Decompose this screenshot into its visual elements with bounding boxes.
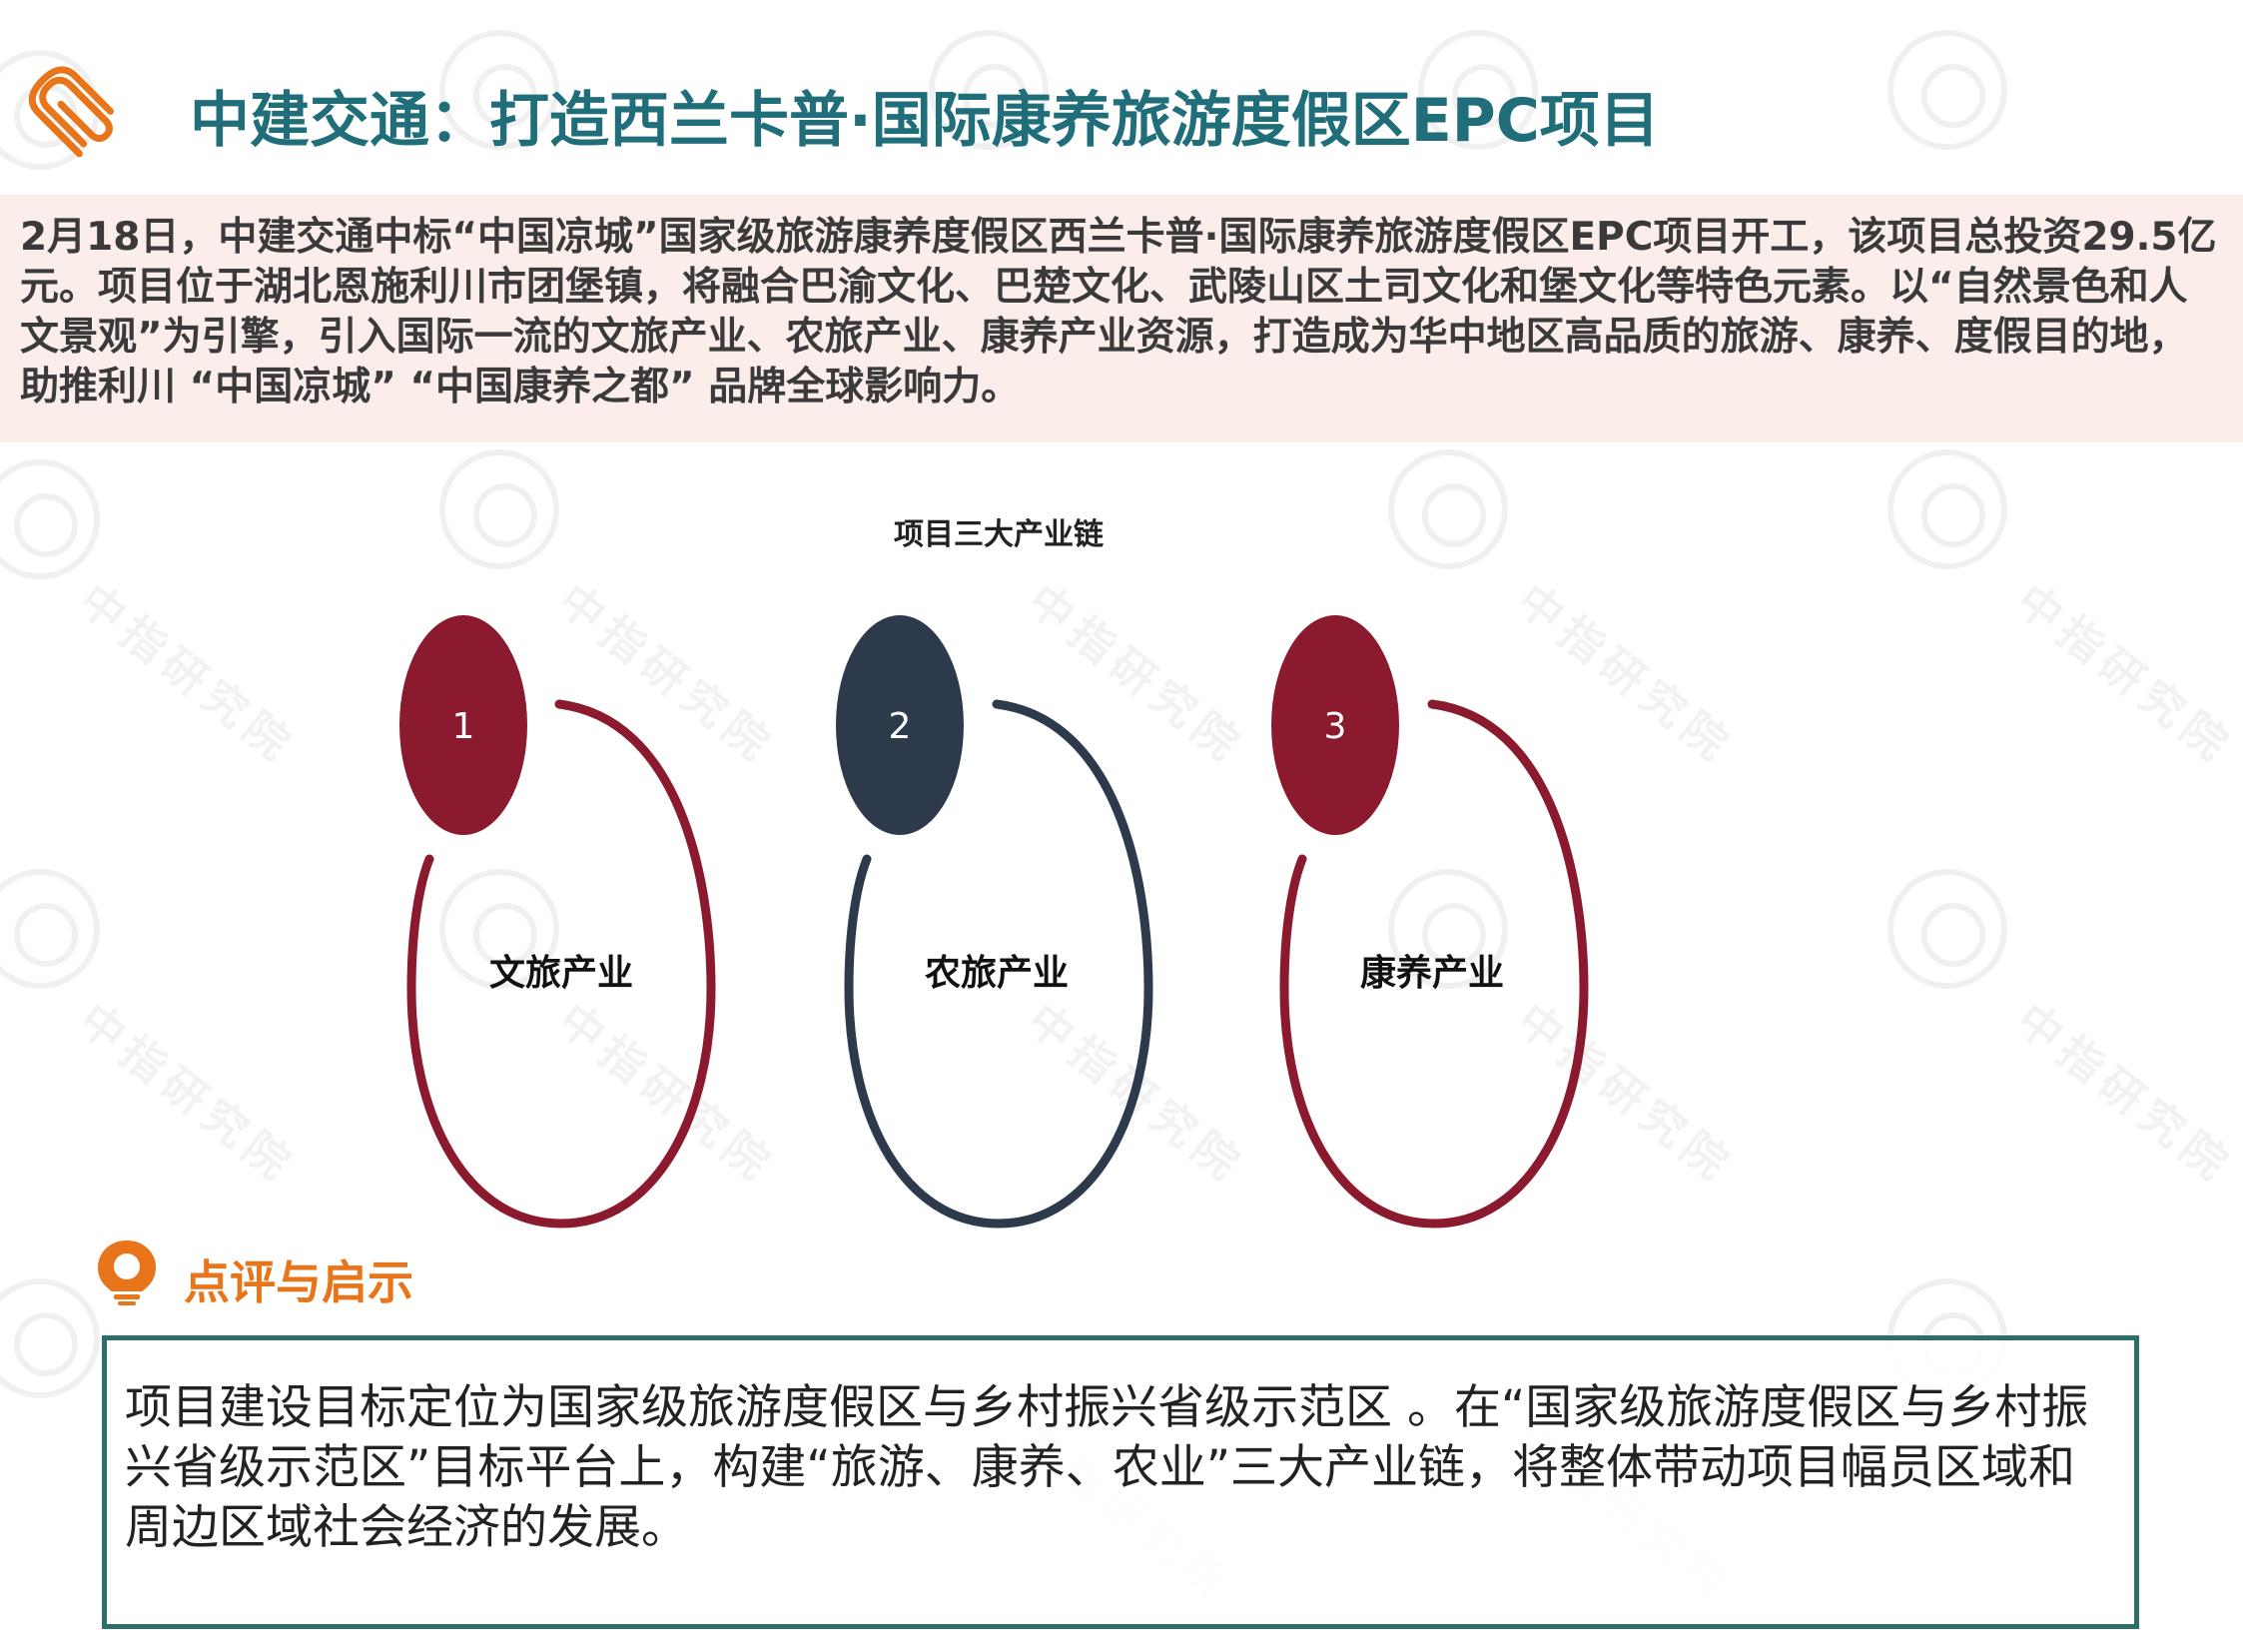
comment-title: 点评与启示 xyxy=(184,1255,413,1309)
ring-label-3: 康养产业 xyxy=(1359,953,1504,994)
ring-label-1: 文旅产业 xyxy=(488,953,633,994)
number-2: 2 xyxy=(889,706,912,747)
comment-box: 项目建设目标定位为国家级旅游度假区与乡村振兴省级示范区 。在“国家级旅游度假区与… xyxy=(102,1335,2139,1629)
lightbulb-icon xyxy=(98,1240,156,1305)
comment-text: 项目建设目标定位为国家级旅游度假区与乡村振兴省级示范区 。在“国家级旅游度假区与… xyxy=(125,1380,2089,1555)
number-1: 1 xyxy=(452,706,475,747)
number-3: 3 xyxy=(1324,706,1347,747)
ring-label-2: 农旅产业 xyxy=(924,953,1069,994)
